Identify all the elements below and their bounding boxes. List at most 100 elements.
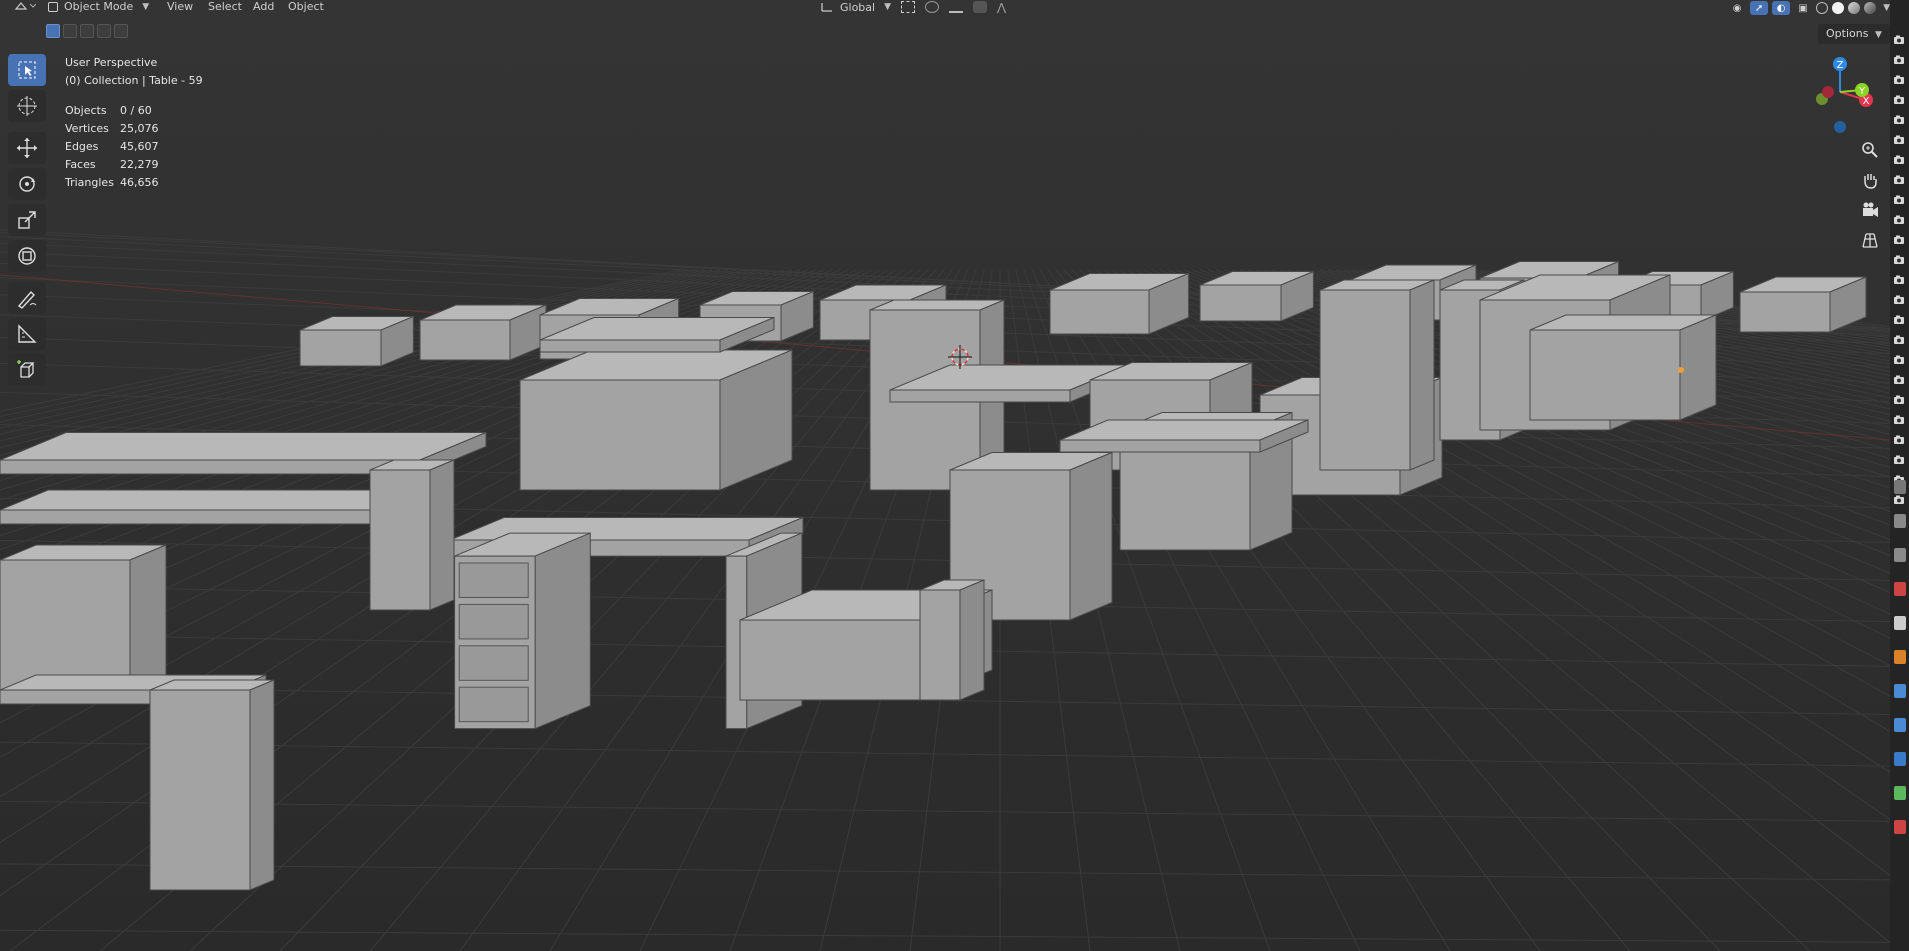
wireframe-shading-icon[interactable] bbox=[1816, 2, 1829, 14]
stat-edges: Edges 45,607 bbox=[65, 138, 203, 156]
render-visibility-icon[interactable] bbox=[1893, 250, 1905, 264]
render-visibility-icon[interactable] bbox=[1893, 470, 1905, 484]
add-cube-tool[interactable] bbox=[8, 354, 46, 386]
render-visibility-icon[interactable] bbox=[1893, 290, 1905, 304]
select-new-icon[interactable] bbox=[46, 24, 60, 38]
options-dropdown[interactable]: Options ▼ bbox=[1818, 24, 1890, 44]
orientation-icon bbox=[821, 3, 832, 12]
rotate-tool[interactable] bbox=[8, 168, 46, 200]
select-subtract-icon[interactable] bbox=[80, 24, 94, 38]
render-visibility-icon[interactable] bbox=[1893, 50, 1905, 64]
render-visibility-icon[interactable] bbox=[1893, 310, 1905, 324]
render-visibility-icon[interactable] bbox=[1893, 110, 1905, 124]
proportional-edit-icon[interactable] bbox=[973, 1, 988, 13]
zoom-button[interactable] bbox=[1858, 138, 1882, 162]
material-properties-icon[interactable] bbox=[1894, 820, 1906, 834]
falloff-icon[interactable]: ⋀ bbox=[997, 1, 1006, 14]
pan-button[interactable] bbox=[1858, 168, 1882, 192]
render-visibility-icon[interactable] bbox=[1893, 370, 1905, 384]
gizmo-toggle-icon[interactable]: ➚ bbox=[1750, 1, 1769, 15]
render-visibility-icon[interactable] bbox=[1893, 170, 1905, 184]
z-axis-label: Z bbox=[1837, 60, 1844, 71]
render-properties-icon[interactable] bbox=[1894, 514, 1906, 528]
tool-properties-icon[interactable] bbox=[1894, 480, 1906, 494]
scene-statistics: Objects 0 / 60 Vertices 25,076 Edges 45,607… bbox=[65, 102, 203, 192]
annotate-icon bbox=[17, 290, 37, 309]
navigation-gizmo[interactable]: Z X Y bbox=[1800, 52, 1880, 142]
scene-canvas[interactable] bbox=[0, 0, 1890, 951]
mode-dropdown[interactable]: Object Mode ▼ bbox=[48, 0, 149, 14]
select-box-tool[interactable] bbox=[8, 54, 46, 86]
material-shading-icon[interactable] bbox=[1848, 2, 1861, 14]
stat-value: 25,076 bbox=[120, 122, 159, 135]
perspective-toggle-button[interactable] bbox=[1858, 228, 1882, 252]
transform-icon bbox=[18, 247, 36, 265]
render-visibility-icon[interactable] bbox=[1893, 70, 1905, 84]
snap-icon[interactable] bbox=[925, 1, 940, 13]
rendered-shading-icon[interactable] bbox=[1864, 2, 1877, 14]
world-properties-icon[interactable] bbox=[1894, 616, 1906, 630]
move-icon bbox=[17, 138, 37, 158]
transform-tool[interactable] bbox=[8, 240, 46, 272]
cursor-tool[interactable] bbox=[8, 90, 46, 122]
neg-x-axis-handle[interactable] bbox=[1822, 86, 1834, 98]
render-visibility-icon[interactable] bbox=[1893, 90, 1905, 104]
snap-target-icon[interactable] bbox=[949, 1, 964, 13]
render-visibility-icon[interactable] bbox=[1893, 190, 1905, 204]
neg-z-axis-handle[interactable] bbox=[1834, 121, 1846, 133]
visibility-icon[interactable]: ◉ bbox=[1728, 1, 1746, 15]
render-visibility-icon[interactable] bbox=[1893, 230, 1905, 244]
select-intersect-icon[interactable] bbox=[114, 24, 128, 38]
hand-icon bbox=[1864, 174, 1877, 189]
view-name: User Perspective bbox=[65, 56, 158, 69]
chevron-down-icon[interactable]: ▼ bbox=[1883, 3, 1890, 13]
render-visibility-icon[interactable] bbox=[1893, 30, 1905, 44]
select-invert-icon[interactable] bbox=[97, 24, 111, 38]
render-visibility-icon[interactable] bbox=[1893, 330, 1905, 344]
stat-value: 46,656 bbox=[120, 176, 159, 189]
render-visibility-icon[interactable] bbox=[1893, 350, 1905, 364]
3d-viewport[interactable] bbox=[0, 0, 1890, 951]
render-visibility-icon[interactable] bbox=[1893, 390, 1905, 404]
scale-tool[interactable] bbox=[8, 204, 46, 236]
output-properties-icon[interactable] bbox=[1894, 548, 1906, 562]
mode-label: Object Mode bbox=[64, 0, 134, 13]
modifier-properties-icon[interactable] bbox=[1894, 684, 1906, 698]
select-box-icon bbox=[18, 61, 36, 79]
object-properties-icon[interactable] bbox=[1894, 650, 1906, 664]
xray-icon[interactable]: ▣ bbox=[1794, 1, 1812, 15]
menu-view[interactable]: View bbox=[161, 0, 199, 14]
stat-value: 0 / 60 bbox=[120, 104, 152, 117]
render-visibility-icon[interactable] bbox=[1893, 270, 1905, 284]
menu-select[interactable]: Select bbox=[202, 0, 248, 14]
stat-label: Objects bbox=[65, 104, 107, 117]
menu-add[interactable]: Add bbox=[247, 0, 280, 14]
properties-tab-strip bbox=[1894, 480, 1909, 854]
select-extend-icon[interactable] bbox=[63, 24, 77, 38]
chevron-down-icon: ▼ bbox=[1874, 30, 1882, 40]
editor-type-icon[interactable] bbox=[14, 0, 37, 14]
render-visibility-icon[interactable] bbox=[1893, 210, 1905, 224]
pivot-point-icon[interactable] bbox=[901, 1, 916, 13]
measure-tool[interactable] bbox=[8, 318, 46, 350]
physics-properties-icon[interactable] bbox=[1894, 752, 1906, 766]
render-visibility-icon[interactable] bbox=[1893, 130, 1905, 144]
solid-shading-icon[interactable] bbox=[1832, 2, 1845, 14]
render-visibility-icon[interactable] bbox=[1893, 450, 1905, 464]
stat-label: Vertices bbox=[65, 122, 109, 135]
viewport-text-overlay: User Perspective (0) Collection | Table … bbox=[65, 54, 203, 192]
y-axis-label: Y bbox=[1858, 86, 1866, 97]
render-visibility-icon[interactable] bbox=[1893, 410, 1905, 424]
move-tool[interactable] bbox=[8, 132, 46, 164]
transform-orientation-dropdown[interactable]: Global ▼ bbox=[820, 1, 891, 14]
scene-properties-icon[interactable] bbox=[1894, 582, 1906, 596]
particles-properties-icon[interactable] bbox=[1894, 718, 1906, 732]
data-properties-icon[interactable] bbox=[1894, 786, 1906, 800]
render-visibility-icon[interactable] bbox=[1893, 430, 1905, 444]
render-visibility-icon[interactable] bbox=[1893, 150, 1905, 164]
overlay-toggle-icon[interactable]: ◐ bbox=[1772, 1, 1791, 15]
menu-object[interactable]: Object bbox=[282, 0, 330, 14]
annotate-tool[interactable] bbox=[8, 282, 46, 314]
camera-view-button[interactable] bbox=[1858, 198, 1882, 222]
selection-mode-buttons bbox=[46, 24, 128, 38]
